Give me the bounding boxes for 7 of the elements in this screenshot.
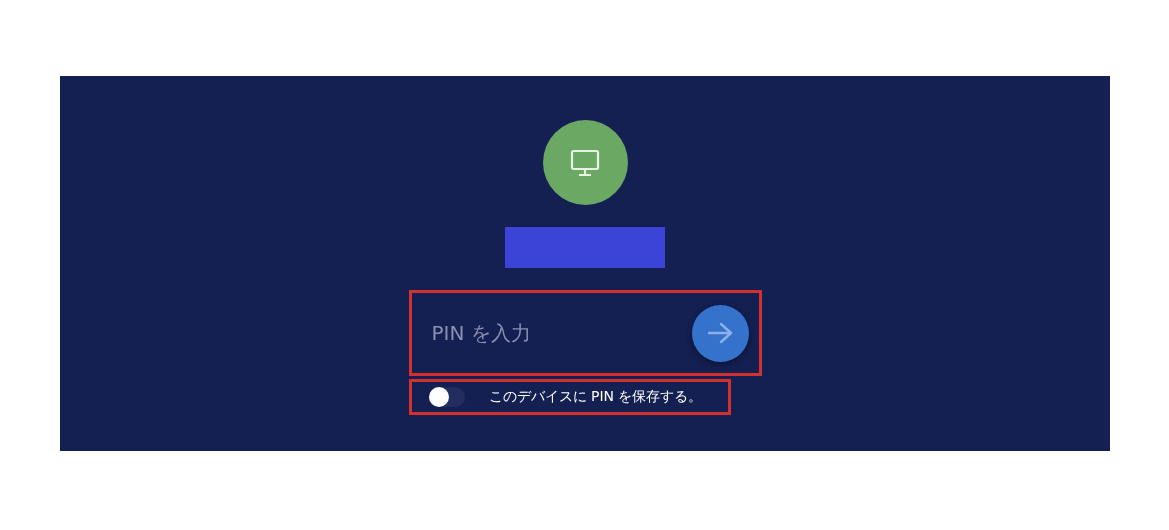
pin-input-field[interactable]: PIN を入力 xyxy=(408,290,762,376)
monitor-icon xyxy=(570,148,600,177)
submit-button[interactable] xyxy=(691,304,749,362)
pin-input[interactable]: PIN を入力 xyxy=(431,317,682,349)
save-pin-label: このデバイスに PIN を保存する。 xyxy=(488,388,703,406)
arrow-right-icon xyxy=(707,322,733,344)
save-pin-toggle[interactable] xyxy=(428,387,465,407)
